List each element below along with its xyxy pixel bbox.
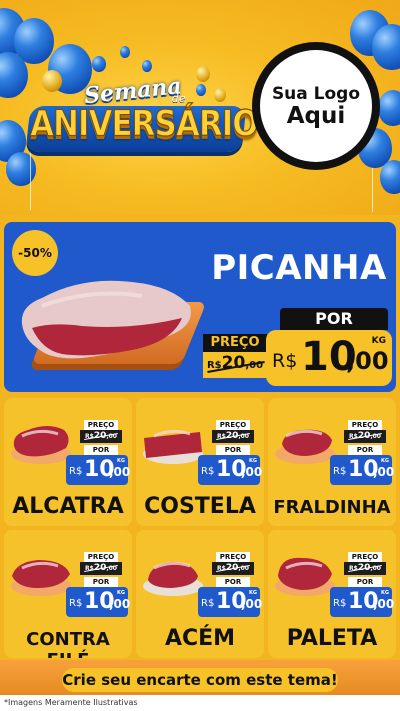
old-price-label: PREÇO: [348, 420, 382, 430]
old-price-value: R$20,00: [344, 430, 386, 443]
balloon-icon: [380, 160, 400, 194]
new-price-label: POR: [84, 445, 118, 455]
currency-symbol: R$: [201, 466, 215, 477]
unit-label: KG: [249, 590, 257, 596]
store-logo-inner: Sua Logo Aqui: [260, 50, 372, 162]
unit-label: KG: [371, 336, 386, 346]
currency-symbol: R$: [69, 466, 83, 477]
meat-icon: [275, 557, 335, 596]
price-decimal: ,00: [241, 597, 263, 611]
new-price-label: POR: [84, 577, 118, 587]
product-name: ALCATRA: [12, 494, 124, 519]
product-card[interactable]: PREÇO R$20,00 POR R$ 10 ,00 KG PALETA: [268, 530, 396, 658]
new-price-label: POR: [280, 308, 388, 330]
old-price-value: R$20,00: [80, 430, 122, 443]
new-price-label: POR: [216, 577, 250, 587]
meat-icon: [11, 426, 71, 464]
cta-button[interactable]: Crie seu encarte com este tema!: [62, 668, 338, 692]
product-name: COSTELA: [144, 494, 256, 519]
old-price-integer: 20: [221, 353, 246, 373]
new-price-tag: R$ 10 ,00 KG: [330, 587, 395, 617]
balloon-icon: [92, 56, 106, 72]
store-logo-line1: Sua Logo: [271, 83, 361, 104]
new-price-tag: R$ 10 ,00 KG: [266, 330, 392, 386]
new-price-label: POR: [216, 445, 250, 455]
balloon-icon: [120, 46, 130, 58]
product-card[interactable]: PREÇO R$20,00 POR R$ 10 ,00 KG CONTRA FI…: [4, 530, 132, 658]
price-decimal: ,00: [373, 465, 395, 479]
product-card[interactable]: PREÇO R$20,00 POR R$ 10 ,00 KG FRALDINHA: [268, 398, 396, 526]
old-price-label: PREÇO: [216, 552, 250, 562]
new-price-label: POR: [348, 445, 382, 455]
disclaimer-text: *Imagens Meramente Ilustrativas: [0, 695, 400, 711]
price-decimal: ,00: [373, 597, 395, 611]
old-price-value: R$20,00: [212, 562, 254, 575]
product-name: CONTRA FILÉ: [26, 629, 110, 658]
old-price-label: PREÇO: [203, 334, 267, 352]
balloon-string: [372, 168, 373, 212]
price-decimal: ,00: [241, 465, 263, 479]
unit-label: KG: [117, 458, 125, 464]
event-logo: Semana de ANIVERSÁRIO: [22, 73, 260, 166]
product-name: PALETA: [286, 626, 378, 651]
price-decimal: ,00: [346, 347, 389, 375]
product-name: ACÉM: [164, 626, 236, 651]
old-price-value: R$20,00: [80, 562, 122, 575]
old-price-label: PREÇO: [216, 420, 250, 430]
unit-label: KG: [249, 458, 257, 464]
old-price-value: R$20,00: [212, 430, 254, 443]
event-logo-bottom: ANIVERSÁRIO: [30, 103, 260, 146]
featured-product-card[interactable]: -50% PICANHA PREÇO R$20,00 POR R$ 10 ,00…: [4, 222, 396, 392]
price-decimal: ,00: [109, 597, 131, 611]
meat-icon: [21, 280, 191, 359]
balloon-icon: [378, 90, 400, 126]
balloon-icon: [142, 60, 152, 72]
product-card[interactable]: PREÇO R$20,00 POR R$ 10 ,00 KG ALCATRA: [4, 398, 132, 526]
old-price-label: PREÇO: [348, 552, 382, 562]
currency-symbol: R$: [333, 466, 347, 477]
new-price-label: POR: [348, 577, 382, 587]
product-card[interactable]: PREÇO R$20,00 POR R$ 10 ,00 KG ACÉM: [136, 530, 264, 658]
header-banner: Semana de ANIVERSÁRIO Sua Logo Aqui: [0, 0, 400, 215]
old-price-label: PREÇO: [84, 552, 118, 562]
new-price-tag: R$ 10 ,00 KG: [66, 587, 131, 617]
new-price-tag: R$ 10 ,00 KG: [198, 587, 263, 617]
new-price-tag: R$ 10 ,00 KG: [66, 455, 131, 485]
old-price-label: PREÇO: [84, 420, 118, 430]
meat-icon: [143, 429, 203, 464]
discount-badge: -50%: [12, 230, 58, 276]
price-decimal: ,00: [109, 465, 131, 479]
meat-icon: [275, 429, 335, 464]
meat-icon: [11, 560, 71, 596]
store-logo-placeholder[interactable]: Sua Logo Aqui: [252, 42, 380, 170]
featured-product-name: PICANHA: [211, 248, 387, 288]
unit-label: KG: [381, 458, 389, 464]
currency-symbol: R$: [69, 598, 83, 609]
unit-label: KG: [381, 590, 389, 596]
new-price-tag: R$ 10 ,00 KG: [330, 455, 395, 485]
currency-symbol: R$: [333, 598, 347, 609]
old-price-value: R$20,00: [344, 562, 386, 575]
store-logo-line2: Aqui: [286, 102, 346, 129]
product-card[interactable]: PREÇO R$20,00 POR R$ 10 ,00 KG COSTELA: [136, 398, 264, 526]
old-price-tag: PREÇO R$20,00: [203, 334, 267, 378]
product-name: FRALDINHA: [273, 497, 391, 518]
meat-icon: [143, 561, 203, 596]
unit-label: KG: [117, 590, 125, 596]
currency-symbol: R$: [272, 350, 298, 372]
currency-symbol: R$: [201, 598, 215, 609]
new-price-tag: R$ 10 ,00 KG: [198, 455, 263, 485]
balloon-icon: [372, 24, 400, 70]
